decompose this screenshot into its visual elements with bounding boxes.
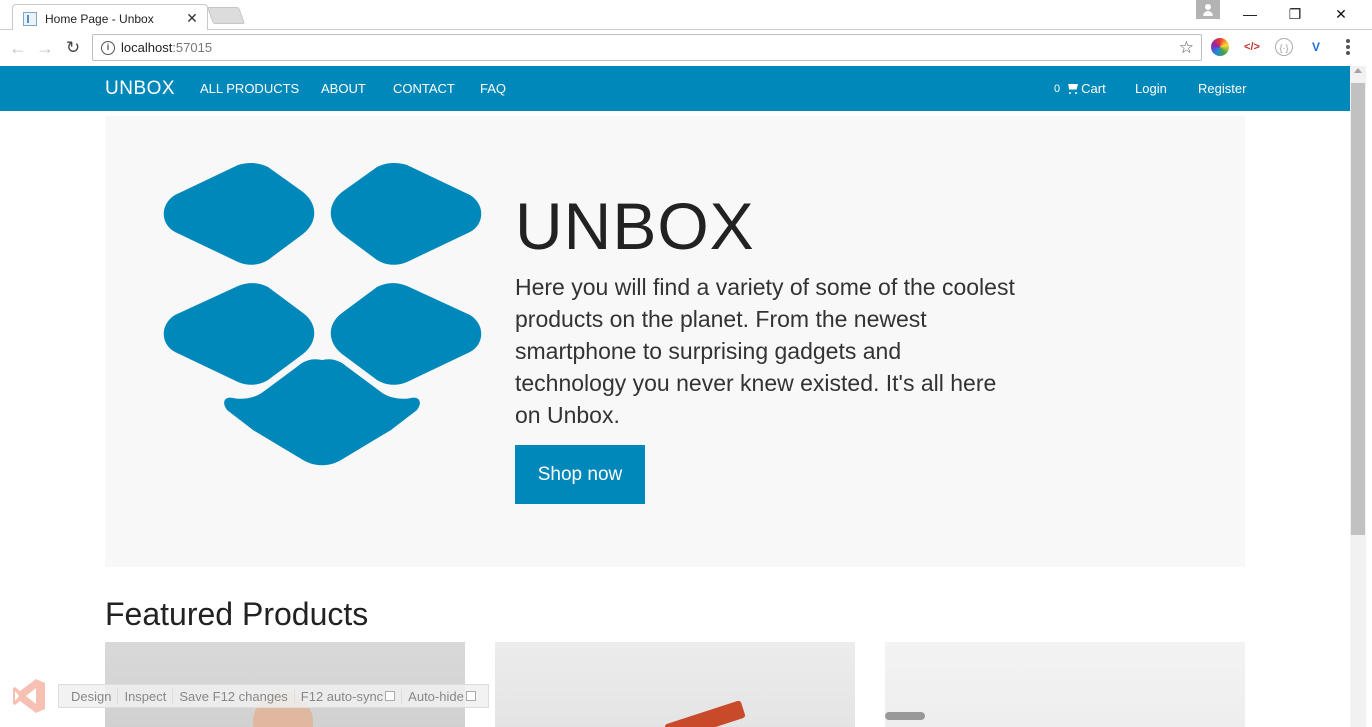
color-picker-extension-icon[interactable] — [1211, 38, 1229, 56]
browser-menu-icon[interactable] — [1340, 38, 1356, 56]
shop-now-button[interactable]: Shop now — [515, 445, 645, 504]
brand-logo-link[interactable]: UNBOX — [105, 78, 175, 100]
address-bar[interactable]: i localhost:57015 ☆ — [92, 34, 1202, 61]
devtools-overlay-bar: Design Inspect Save F12 changes F12 auto… — [12, 676, 489, 716]
auto-hide-toggle[interactable]: Auto-hide — [402, 689, 482, 704]
hero-description: Here you will find a variety of some of … — [515, 274, 1015, 428]
page-scrollbar[interactable] — [1350, 66, 1366, 727]
hero-jumbotron: UNBOX Here you will find a variety of so… — [105, 116, 1245, 567]
url-port: :57015 — [172, 40, 213, 55]
page-favicon-icon — [23, 11, 37, 26]
unbox-logo-icon — [163, 162, 482, 466]
url-host: localhost — [121, 40, 173, 55]
inspect-toggle[interactable]: Inspect — [118, 688, 174, 704]
f12-auto-sync-checkbox[interactable] — [385, 691, 396, 701]
nav-all-products-link[interactable]: ALL PRODUCTS — [200, 81, 299, 96]
shopping-cart-icon — [1066, 83, 1080, 95]
profile-avatar-icon[interactable] — [1196, 0, 1220, 19]
back-arrow-icon[interactable]: ← — [8, 38, 28, 58]
cart-count-badge: 0 — [1054, 82, 1061, 95]
hero-title: UNBOX — [515, 189, 755, 263]
site-navbar: UNBOX ALL PRODUCTS ABOUT CONTACT FAQ 0 C… — [0, 66, 1350, 111]
auto-hide-checkbox[interactable] — [465, 691, 476, 701]
scrollbar-thumb[interactable] — [1351, 83, 1365, 535]
tab-close-icon[interactable]: ✕ — [185, 10, 199, 27]
featured-product-card[interactable] — [885, 642, 1245, 727]
nav-about-link[interactable]: ABOUT — [321, 81, 366, 96]
code-extension-icon[interactable]: </> — [1243, 38, 1261, 56]
login-link[interactable]: Login — [1135, 81, 1167, 96]
site-info-icon[interactable]: i — [101, 41, 115, 55]
f12-auto-sync-toggle[interactable]: F12 auto-sync — [295, 688, 403, 704]
product-image — [885, 712, 925, 720]
featured-product-card[interactable] — [495, 642, 855, 727]
forward-arrow-icon[interactable]: → — [35, 38, 55, 58]
browser-titlebar: Home Page - Unbox ✕ — ❐ ✕ — [0, 0, 1372, 31]
nav-faq-link[interactable]: FAQ — [480, 81, 506, 96]
window-minimize-button[interactable]: — — [1235, 4, 1265, 24]
browser-toolbar: ← → ↻ i localhost:57015 ☆ — [0, 30, 1372, 66]
nav-contact-link[interactable]: CONTACT — [393, 81, 455, 96]
cart-label: Cart — [1081, 81, 1106, 96]
new-tab-button[interactable] — [206, 7, 246, 24]
browser-tab[interactable]: Home Page - Unbox ✕ — [12, 4, 208, 31]
bookmark-star-icon[interactable]: ☆ — [1179, 38, 1194, 58]
window-close-button[interactable]: ✕ — [1326, 4, 1356, 24]
tab-title: Home Page - Unbox — [45, 11, 154, 26]
window-restore-button[interactable]: ❐ — [1280, 4, 1310, 24]
json-extension-icon[interactable]: {·} — [1275, 38, 1293, 56]
reload-icon[interactable]: ↻ — [63, 38, 83, 58]
product-image — [664, 700, 746, 727]
scroll-up-arrow-icon[interactable] — [1354, 68, 1362, 73]
page-viewport: UNBOX ALL PRODUCTS ABOUT CONTACT FAQ 0 C… — [0, 66, 1350, 727]
devtools-menu: Design Inspect Save F12 changes F12 auto… — [58, 684, 489, 708]
register-link[interactable]: Register — [1198, 81, 1246, 96]
vue-extension-icon[interactable]: V — [1307, 38, 1325, 56]
design-toggle[interactable]: Design — [65, 688, 119, 704]
featured-products-heading: Featured Products — [105, 596, 369, 632]
url-text[interactable]: localhost:57015 — [121, 40, 212, 55]
cart-link[interactable]: 0 Cart — [1054, 81, 1106, 96]
save-f12-changes-button[interactable]: Save F12 changes — [173, 688, 295, 704]
visual-studio-logo-icon[interactable] — [12, 677, 46, 715]
